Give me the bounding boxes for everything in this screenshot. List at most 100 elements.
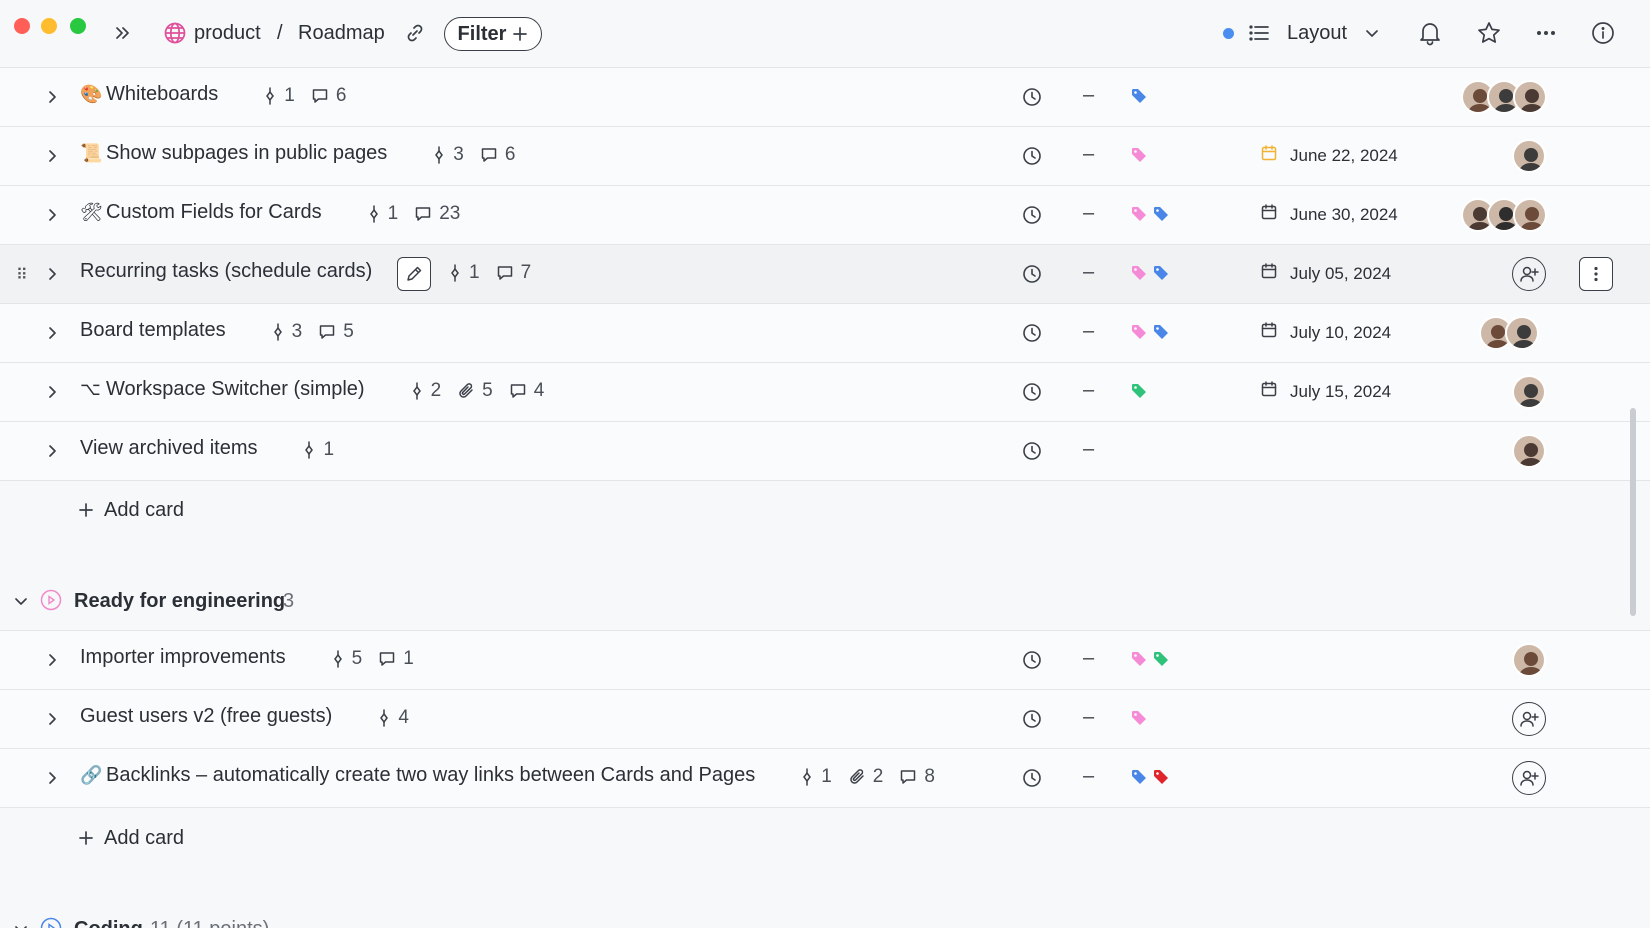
add-assignee-icon[interactable] bbox=[1512, 702, 1546, 736]
vertical-scrollbar[interactable] bbox=[1630, 408, 1636, 616]
avatar[interactable] bbox=[1512, 434, 1546, 468]
favorite-star-icon[interactable] bbox=[1476, 18, 1502, 48]
add-card-button[interactable]: Add card bbox=[78, 823, 184, 853]
estimate-value[interactable]: – bbox=[1083, 647, 1094, 670]
assignees[interactable] bbox=[1479, 316, 1539, 350]
estimate-value[interactable]: – bbox=[1083, 261, 1094, 284]
tags[interactable] bbox=[1131, 324, 1169, 345]
chevron-right-icon[interactable] bbox=[43, 769, 61, 792]
estimate-value[interactable]: – bbox=[1083, 143, 1094, 166]
due-date[interactable]: July 10, 2024 bbox=[1260, 321, 1391, 344]
due-date[interactable]: July 15, 2024 bbox=[1260, 380, 1391, 403]
assignees[interactable] bbox=[1461, 198, 1547, 232]
clock-icon[interactable] bbox=[1021, 440, 1043, 467]
clock-icon[interactable] bbox=[1021, 381, 1043, 408]
clock-icon[interactable] bbox=[1021, 145, 1043, 172]
tags[interactable] bbox=[1131, 147, 1147, 168]
card-row[interactable]: Guest users v2 (free guests) 4 – bbox=[0, 690, 1650, 749]
avatar[interactable] bbox=[1512, 643, 1546, 677]
card-title[interactable]: Recurring tasks (schedule cards) bbox=[80, 260, 372, 283]
card-title[interactable]: Importer improvements bbox=[80, 646, 286, 669]
estimate-value[interactable]: – bbox=[1083, 379, 1094, 402]
drag-handle-icon[interactable]: ⠿ bbox=[16, 265, 28, 285]
layout-dropdown[interactable]: Layout bbox=[1287, 18, 1381, 48]
breadcrumb-page[interactable]: Roadmap bbox=[298, 18, 385, 48]
card-row[interactable]: ⌥ Workspace Switcher (simple) 2 5 4 – July 15,… bbox=[0, 363, 1650, 422]
expand-sidebar-icon[interactable] bbox=[112, 18, 134, 48]
card-title[interactable]: View archived items bbox=[80, 437, 257, 460]
notifications-bell-icon[interactable] bbox=[1417, 18, 1443, 48]
clock-icon[interactable] bbox=[1021, 322, 1043, 349]
tags[interactable] bbox=[1131, 88, 1147, 109]
group-header-coding[interactable]: Coding 11 (11 points) bbox=[0, 900, 1650, 928]
assignees[interactable] bbox=[1512, 434, 1546, 468]
chevron-right-icon[interactable] bbox=[43, 206, 61, 229]
avatar[interactable] bbox=[1513, 198, 1547, 232]
tags[interactable] bbox=[1131, 651, 1169, 672]
chevron-right-icon[interactable] bbox=[43, 324, 61, 347]
clock-icon[interactable] bbox=[1021, 649, 1043, 676]
link-icon[interactable] bbox=[404, 18, 426, 48]
estimate-value[interactable]: – bbox=[1083, 320, 1094, 343]
card-more-button[interactable] bbox=[1579, 257, 1613, 291]
maximize-window-button[interactable] bbox=[70, 18, 86, 34]
chevron-down-icon[interactable] bbox=[12, 592, 30, 610]
add-card-button[interactable]: Add card bbox=[78, 495, 184, 525]
tags[interactable] bbox=[1131, 710, 1147, 731]
filter-button[interactable]: Filter bbox=[444, 17, 542, 51]
card-title[interactable]: Board templates bbox=[80, 319, 226, 342]
estimate-value[interactable]: – bbox=[1083, 438, 1094, 461]
card-row[interactable]: 🎨 Whiteboards 1 6 – bbox=[0, 68, 1650, 127]
card-title[interactable]: 🎨 Whiteboards bbox=[80, 83, 218, 106]
assignees[interactable] bbox=[1512, 375, 1546, 409]
list-view-icon[interactable] bbox=[1248, 18, 1270, 48]
info-icon[interactable] bbox=[1591, 18, 1615, 48]
add-assignee-icon[interactable] bbox=[1512, 761, 1546, 795]
chevron-right-icon[interactable] bbox=[43, 265, 61, 288]
card-row[interactable]: ⠿ Recurring tasks (schedule cards) 1 7 – July… bbox=[0, 245, 1650, 304]
avatar[interactable] bbox=[1512, 375, 1546, 409]
chevron-right-icon[interactable] bbox=[43, 383, 61, 406]
tags[interactable] bbox=[1131, 383, 1147, 404]
due-date[interactable]: June 30, 2024 bbox=[1260, 203, 1398, 226]
estimate-value[interactable]: – bbox=[1083, 202, 1094, 225]
due-date[interactable]: July 05, 2024 bbox=[1260, 262, 1391, 285]
chevron-right-icon[interactable] bbox=[43, 88, 61, 111]
avatar[interactable] bbox=[1505, 316, 1539, 350]
minimize-window-button[interactable] bbox=[41, 18, 57, 34]
group-header-ready[interactable]: Ready for engineering 3 bbox=[0, 572, 1650, 631]
card-title[interactable]: ⌥ Workspace Switcher (simple) bbox=[80, 378, 365, 401]
chevron-right-icon[interactable] bbox=[43, 651, 61, 674]
clock-icon[interactable] bbox=[1021, 263, 1043, 290]
chevron-right-icon[interactable] bbox=[43, 147, 61, 170]
card-row[interactable]: View archived items 1 – bbox=[0, 422, 1650, 481]
more-options-icon[interactable] bbox=[1534, 18, 1558, 48]
card-title[interactable]: 🛠 Custom Fields for Cards bbox=[80, 201, 322, 224]
avatar[interactable] bbox=[1512, 139, 1546, 173]
clock-icon[interactable] bbox=[1021, 86, 1043, 113]
card-row[interactable]: 📜 Show subpages in public pages 3 6 – June 22… bbox=[0, 127, 1650, 186]
tags[interactable] bbox=[1131, 206, 1169, 227]
clock-icon[interactable] bbox=[1021, 767, 1043, 794]
chevron-right-icon[interactable] bbox=[43, 710, 61, 733]
card-title[interactable]: Guest users v2 (free guests) bbox=[80, 705, 332, 728]
add-assignee-icon[interactable] bbox=[1512, 257, 1546, 291]
avatar[interactable] bbox=[1513, 80, 1547, 114]
due-date[interactable]: June 22, 2024 bbox=[1260, 144, 1398, 167]
clock-icon[interactable] bbox=[1021, 708, 1043, 735]
estimate-value[interactable]: – bbox=[1083, 706, 1094, 729]
assignees[interactable] bbox=[1512, 139, 1546, 173]
card-row[interactable]: 🛠 Custom Fields for Cards 1 23 – June 30, 202… bbox=[0, 186, 1650, 245]
clock-icon[interactable] bbox=[1021, 204, 1043, 231]
card-title[interactable]: 🔗 Backlinks – automatically create two wa… bbox=[80, 764, 755, 787]
chevron-right-icon[interactable] bbox=[43, 442, 61, 465]
card-row[interactable]: Importer improvements 5 1 – bbox=[0, 631, 1650, 690]
tags[interactable] bbox=[1131, 265, 1169, 286]
assignees[interactable] bbox=[1461, 80, 1547, 114]
card-title[interactable]: 📜 Show subpages in public pages bbox=[80, 142, 387, 165]
estimate-value[interactable]: – bbox=[1083, 765, 1094, 788]
breadcrumb-workspace[interactable]: product bbox=[194, 18, 261, 48]
tags[interactable] bbox=[1131, 769, 1169, 790]
card-row[interactable]: 🔗 Backlinks – automatically create two wa… bbox=[0, 749, 1650, 808]
close-window-button[interactable] bbox=[14, 18, 30, 34]
